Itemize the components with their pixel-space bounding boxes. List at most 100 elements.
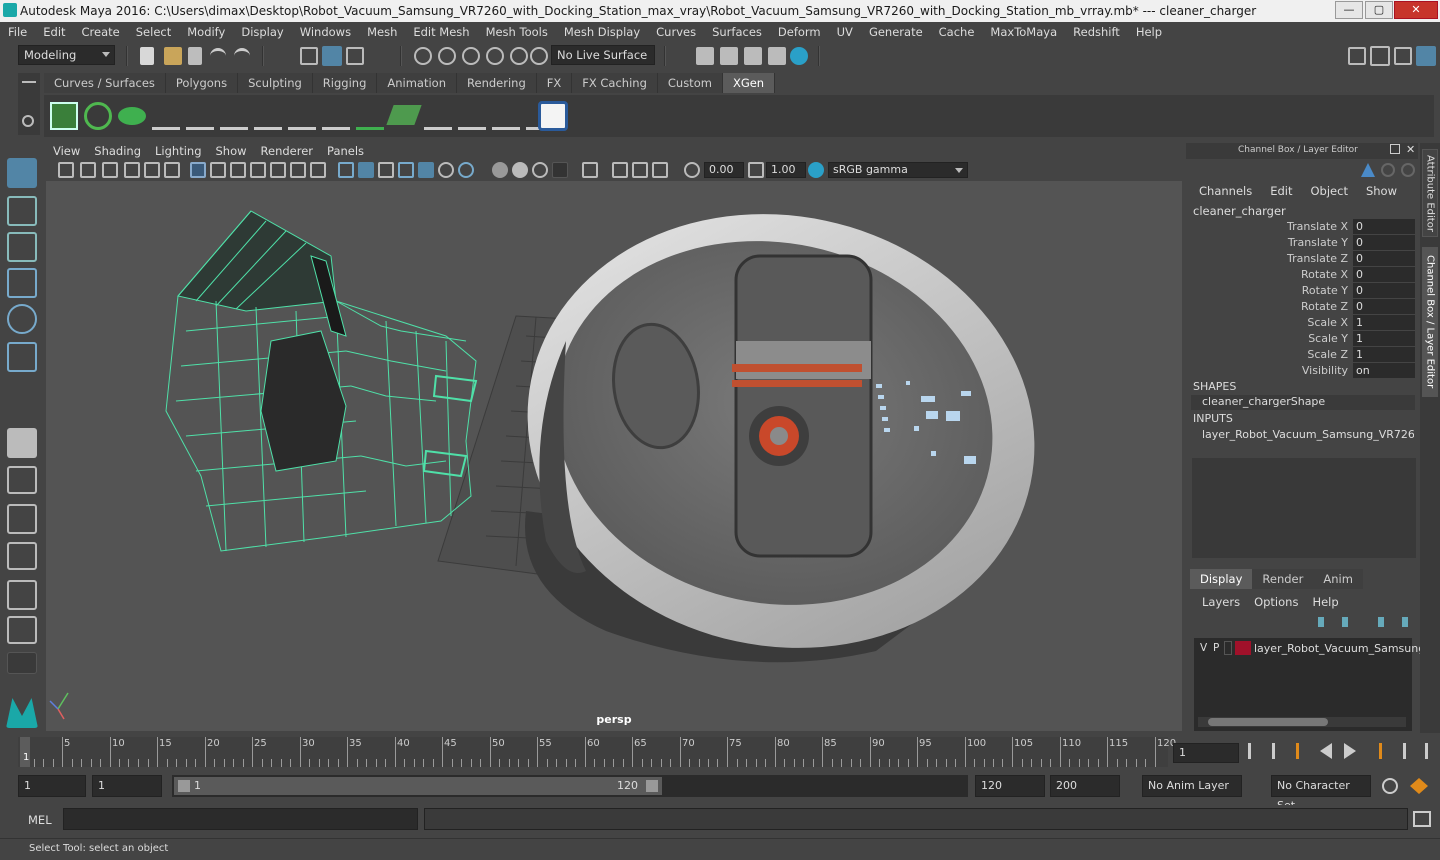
xray-icon[interactable] bbox=[612, 162, 628, 178]
snap-point-icon[interactable] bbox=[462, 47, 480, 65]
mode-selector[interactable]: Modeling bbox=[18, 45, 115, 65]
exposure-field[interactable]: 0.00 bbox=[704, 162, 744, 178]
toggle-icon[interactable] bbox=[1381, 163, 1395, 177]
four-view-layout-icon[interactable] bbox=[7, 466, 37, 494]
camera-attributes-icon[interactable] bbox=[80, 162, 96, 178]
menu-mesh[interactable]: Mesh bbox=[359, 25, 405, 39]
menu-redshift[interactable]: Redshift bbox=[1065, 25, 1128, 39]
menu-curves[interactable]: Curves bbox=[648, 25, 704, 39]
film-gate-icon[interactable] bbox=[210, 162, 226, 178]
channel-value[interactable]: 1 bbox=[1353, 315, 1415, 330]
shelf-tab-fx[interactable]: FX bbox=[536, 73, 573, 93]
menu-uv[interactable]: UV bbox=[829, 25, 861, 39]
safe-title-icon[interactable] bbox=[310, 162, 326, 178]
shelf-tab-custom[interactable]: Custom bbox=[657, 73, 723, 93]
exposure-icon[interactable] bbox=[684, 162, 700, 178]
viewport-menu-panels[interactable]: Panels bbox=[320, 144, 371, 158]
gear-icon[interactable] bbox=[22, 115, 34, 127]
hypershade-layout-icon[interactable] bbox=[7, 580, 37, 610]
graph-layout-icon[interactable] bbox=[7, 542, 37, 570]
channel-box-tab[interactable]: Channel Box / Layer Editor bbox=[1422, 247, 1438, 397]
snap-curve-icon[interactable] bbox=[438, 47, 456, 65]
gamma-field[interactable]: 1.00 bbox=[766, 162, 806, 178]
channel-menu-edit[interactable]: Edit bbox=[1270, 184, 1292, 198]
xgen-layer-icon[interactable] bbox=[386, 105, 422, 125]
shelf-tab-animation[interactable]: Animation bbox=[377, 73, 458, 93]
layout-icon[interactable] bbox=[1370, 46, 1390, 66]
menu-maxtomaya[interactable]: MaxToMaya bbox=[982, 25, 1065, 39]
depth-of-field-icon[interactable] bbox=[552, 162, 568, 178]
menu-select[interactable]: Select bbox=[128, 25, 179, 39]
render-settings-icon[interactable] bbox=[768, 47, 786, 65]
new-layer-selected-icon[interactable] bbox=[1394, 617, 1408, 627]
menu-mesh-display[interactable]: Mesh Display bbox=[556, 25, 648, 39]
go-to-start-icon[interactable] bbox=[1248, 743, 1264, 759]
field-chart-icon[interactable] bbox=[270, 162, 286, 178]
close-icon[interactable]: ✕ bbox=[1406, 143, 1415, 156]
menu-file[interactable]: File bbox=[0, 25, 35, 39]
menu-help[interactable]: Help bbox=[1128, 25, 1170, 39]
single-perspective-layout-icon[interactable] bbox=[7, 428, 37, 458]
xgen-cut-icon[interactable] bbox=[492, 102, 520, 130]
xgen-add-guide-icon[interactable] bbox=[254, 102, 282, 130]
layer-tab-anim[interactable]: Anim bbox=[1313, 569, 1363, 589]
close-button[interactable]: ✕ bbox=[1394, 1, 1438, 19]
undo-icon[interactable] bbox=[210, 48, 226, 62]
xgen-preview-icon[interactable] bbox=[84, 102, 112, 130]
isolate-select-icon[interactable] bbox=[582, 162, 598, 178]
layer-type-toggle[interactable] bbox=[1224, 641, 1232, 655]
command-input[interactable] bbox=[63, 808, 418, 830]
smooth-shade-icon[interactable] bbox=[358, 162, 374, 178]
channel-row-scale-y[interactable]: Scale Y 1 bbox=[1186, 331, 1418, 347]
shelf-tab-rendering[interactable]: Rendering bbox=[457, 73, 537, 93]
time-ruler[interactable]: 5 10 15 20 25 30 35 40 45 50 55 60 65 70 75 80 85 90 95 100… bbox=[18, 737, 1176, 767]
range-end-grip[interactable] bbox=[646, 780, 658, 792]
snap-magnet-icon[interactable] bbox=[530, 47, 548, 65]
layer-scrollbar[interactable] bbox=[1198, 717, 1406, 727]
wireframe-on-shaded-icon[interactable] bbox=[398, 162, 414, 178]
command-language-label[interactable]: MEL bbox=[28, 813, 52, 827]
anti-aliasing-icon[interactable] bbox=[532, 162, 548, 178]
channel-row-translate-y[interactable]: Translate Y 0 bbox=[1186, 235, 1418, 251]
layer-name[interactable]: layer_Robot_Vacuum_Samsung bbox=[1254, 642, 1425, 655]
paint-select-tool-icon[interactable] bbox=[7, 232, 37, 262]
xgen-editor-icon[interactable] bbox=[50, 102, 78, 130]
render-view-icon[interactable] bbox=[696, 47, 714, 65]
uv-layout-icon[interactable] bbox=[7, 616, 37, 644]
channel-menu-channels[interactable]: Channels bbox=[1199, 184, 1252, 198]
grid-toggle-icon[interactable] bbox=[190, 162, 206, 178]
xray-joints-icon[interactable] bbox=[652, 162, 668, 178]
menu-generate[interactable]: Generate bbox=[861, 25, 931, 39]
step-forward-icon[interactable] bbox=[1390, 743, 1406, 759]
channel-value[interactable]: 0 bbox=[1353, 251, 1415, 266]
resolution-gate-icon[interactable] bbox=[230, 162, 246, 178]
new-layer-icon[interactable] bbox=[1370, 617, 1384, 627]
xgen-lock-guide-icon[interactable] bbox=[322, 102, 350, 130]
layer-menu-layers[interactable]: Layers bbox=[1202, 595, 1240, 609]
move-layer-down-icon[interactable] bbox=[1342, 617, 1356, 627]
shelf-menu-icon[interactable] bbox=[22, 81, 36, 83]
move-tool-icon[interactable] bbox=[7, 268, 37, 298]
anim-layer-dropdown[interactable]: No Anim Layer bbox=[1142, 775, 1242, 797]
safe-action-icon[interactable] bbox=[290, 162, 306, 178]
channel-row-rotate-x[interactable]: Rotate X 0 bbox=[1186, 267, 1418, 283]
scale-tool-icon[interactable] bbox=[7, 342, 37, 372]
open-scene-icon[interactable] bbox=[164, 47, 182, 65]
hypershade-icon[interactable] bbox=[790, 47, 808, 65]
create-description-icon[interactable] bbox=[118, 107, 146, 125]
xgen-sculpt-guide-icon[interactable] bbox=[288, 102, 316, 130]
gate-mask-icon[interactable] bbox=[250, 162, 266, 178]
select-hierarchy-icon[interactable] bbox=[300, 47, 318, 65]
selected-object-name[interactable]: cleaner_charger bbox=[1193, 204, 1286, 218]
channel-value[interactable]: on bbox=[1353, 363, 1415, 378]
2d-pan-zoom-icon[interactable] bbox=[144, 162, 160, 178]
viewport-persp[interactable]: persp bbox=[46, 181, 1182, 731]
channel-value[interactable]: 0 bbox=[1353, 299, 1415, 314]
viewport-menu-shading[interactable]: Shading bbox=[87, 144, 148, 158]
play-backwards-icon[interactable] bbox=[1320, 743, 1332, 759]
animation-preferences-icon[interactable] bbox=[1410, 778, 1428, 794]
viewport-menu-show[interactable]: Show bbox=[209, 144, 254, 158]
channel-row-scale-x[interactable]: Scale X 1 bbox=[1186, 315, 1418, 331]
screen-space-ao-icon[interactable] bbox=[492, 162, 508, 178]
animation-start-field[interactable]: 1 bbox=[18, 775, 86, 797]
